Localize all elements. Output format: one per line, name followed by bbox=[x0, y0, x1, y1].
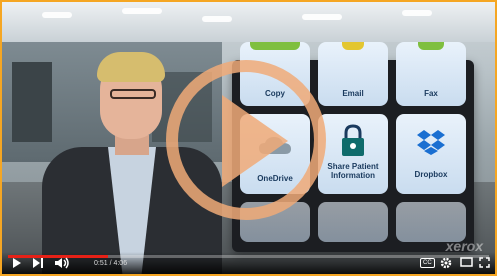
tile-email: Email bbox=[318, 42, 388, 106]
progress-bar[interactable] bbox=[8, 255, 489, 258]
tile-label: Email bbox=[342, 89, 364, 98]
tile-dropbox: Dropbox bbox=[396, 114, 466, 194]
duration: 4:06 bbox=[113, 260, 128, 267]
office-ceiling bbox=[2, 2, 495, 42]
tile-partial bbox=[318, 202, 388, 242]
fullscreen-icon[interactable] bbox=[479, 257, 490, 271]
settings-icon[interactable] bbox=[440, 257, 452, 271]
tile-partial bbox=[396, 202, 466, 242]
tile-label: Dropbox bbox=[414, 170, 448, 179]
current-time: 0:51 bbox=[94, 260, 108, 267]
next-icon[interactable] bbox=[32, 257, 44, 271]
tile-fax: Fax bbox=[396, 42, 466, 106]
tile-label: Share Patient Information bbox=[327, 162, 379, 180]
theater-icon[interactable] bbox=[460, 257, 473, 271]
play-icon[interactable] bbox=[12, 257, 22, 271]
tile-share-patient-information: Share Patient Information bbox=[318, 114, 388, 194]
volume-icon[interactable] bbox=[54, 257, 70, 271]
cc-icon[interactable]: CC bbox=[420, 258, 435, 268]
video-player[interactable]: Copy Email Fax OneDrive Share Patient In… bbox=[0, 0, 497, 276]
control-bar: 0:51 / 4:06 CC bbox=[2, 252, 495, 274]
dropbox-icon bbox=[417, 130, 445, 155]
time-display: 0:51 / 4:06 bbox=[94, 258, 127, 270]
tile-label: Fax bbox=[424, 89, 438, 98]
play-overlay-icon[interactable] bbox=[222, 95, 288, 187]
lock-icon bbox=[342, 124, 364, 156]
